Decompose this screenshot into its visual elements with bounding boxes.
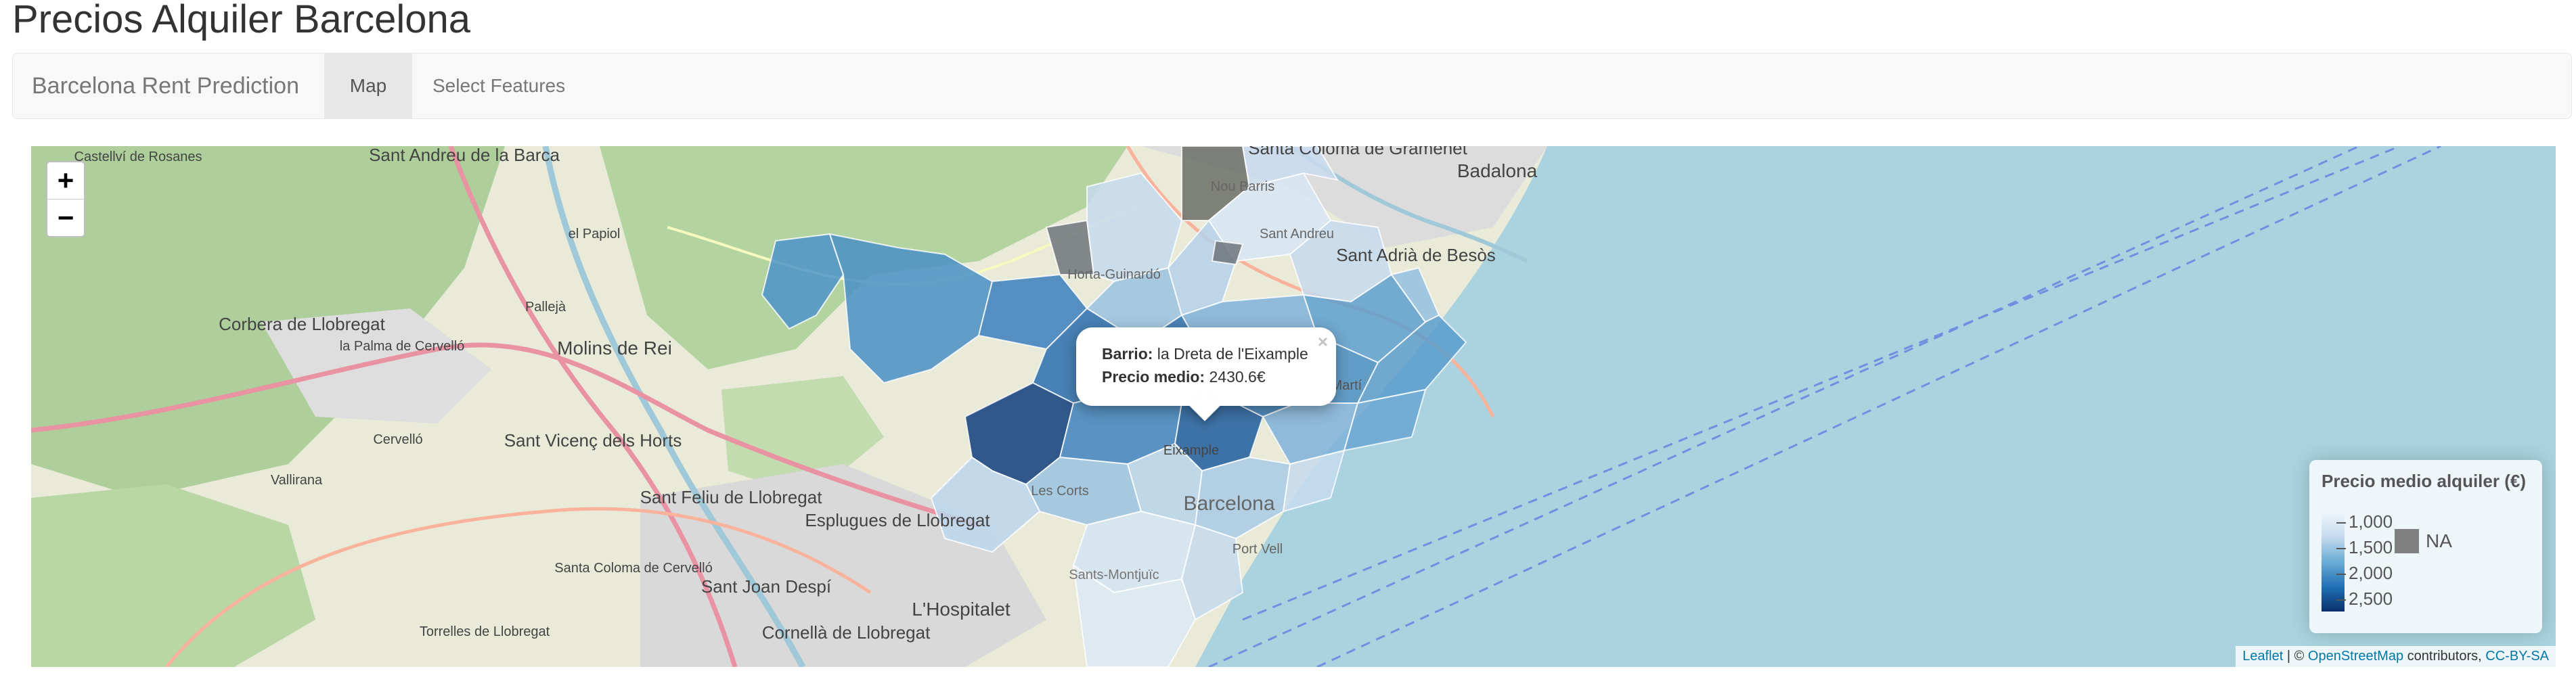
tab-select-features[interactable]: Select Features	[412, 53, 585, 118]
legend-label: 1,000	[2349, 511, 2393, 532]
place-label: Sant Vicenç dels Horts	[504, 430, 682, 451]
place-label: Cervelló	[373, 432, 422, 447]
place-label: Molins de Rei	[557, 338, 672, 359]
place-label: Torrelles de Llobregat	[420, 624, 550, 639]
osm-link[interactable]: OpenStreetMap	[2308, 649, 2403, 664]
place-label: Les Corts	[1031, 484, 1089, 499]
popup-close-button[interactable]: ×	[1318, 331, 1328, 352]
place-label: Nou Barris	[1211, 179, 1274, 194]
place-label: Corbera de Llobregat	[219, 314, 385, 334]
place-label: Sant Joan Despí	[701, 576, 832, 597]
tab-map[interactable]: Map	[324, 53, 412, 118]
popup-barrio-label: Barrio:	[1102, 345, 1153, 363]
place-label: L'Hospitalet	[912, 599, 1011, 620]
popup-barrio-value: la Dreta de l'Eixample	[1157, 345, 1308, 363]
place-label: Sant Andreu	[1260, 227, 1334, 241]
place-label: el Papiol	[569, 227, 621, 241]
legend-na-swatch	[2395, 529, 2419, 553]
place-label: Barcelona	[1183, 492, 1274, 515]
popup-price-label: Precio medio:	[1102, 368, 1205, 386]
popup-row-price: Precio medio: 2430.6€	[1102, 365, 1310, 388]
attribution-separator: | ©	[2283, 649, 2308, 664]
place-label: Sant Adrià de Besòs	[1336, 245, 1496, 265]
place-label: Cornellà de Llobregat	[762, 622, 931, 643]
license-link[interactable]: CC-BY-SA	[2485, 649, 2549, 664]
place-label: Esplugues de Llobregat	[805, 510, 990, 530]
legend-label: 2,000	[2349, 563, 2393, 583]
legend-tick	[2336, 522, 2346, 524]
map-container[interactable]: Castellví de Rosanes Sant Andreu de la B…	[31, 146, 2556, 667]
popup-row-barrio: Barrio: la Dreta de l'Eixample	[1102, 342, 1310, 365]
page-title: Precios Alquiler Barcelona	[12, 0, 471, 41]
place-label: Santa Coloma de Cervelló	[554, 561, 712, 576]
place-label: la Palma de Cervelló	[340, 339, 465, 354]
legend-tick	[2336, 548, 2346, 549]
map-popup: × Barrio: la Dreta de l'Eixample Precio …	[1076, 327, 1336, 421]
place-label: Port Vell	[1233, 542, 1283, 557]
navbar: Barcelona Rent Prediction Map Select Fea…	[12, 53, 2572, 119]
place-label: Horta-Guinardó	[1067, 267, 1161, 282]
legend-color-ramp	[2322, 511, 2345, 612]
zoom-control: + −	[46, 161, 85, 237]
zoom-in-button[interactable]: +	[47, 162, 84, 199]
place-label: Santa Coloma de Gramenet	[1248, 146, 1468, 158]
place-label: Vallirana	[271, 473, 323, 488]
navbar-brand[interactable]: Barcelona Rent Prediction	[32, 53, 299, 118]
place-label: Castellví de Rosanes	[74, 149, 202, 164]
legend-title: Precio medio alquiler (€)	[2322, 471, 2526, 491]
map-legend: Precio medio alquiler (€) 1,000 1,500 2,…	[2309, 460, 2542, 633]
zoom-out-button[interactable]: −	[47, 199, 84, 236]
place-label: Badalona	[1457, 160, 1538, 181]
place-label: Sant Andreu de la Barca	[369, 146, 560, 165]
legend-tick	[2336, 599, 2346, 601]
place-label: Sants-Montjuïc	[1069, 568, 1159, 582]
legend-label: 1,500	[2349, 537, 2393, 557]
place-label: Eixample	[1163, 443, 1219, 458]
legend-tick	[2336, 574, 2346, 575]
attribution-contributors: contributors,	[2403, 649, 2486, 664]
place-label: Pallejà	[525, 300, 567, 315]
legend-label: 2,500	[2349, 589, 2393, 609]
leaflet-link[interactable]: Leaflet	[2242, 649, 2283, 664]
popup-price-value: 2430.6€	[1209, 368, 1266, 386]
map-base-layer: Castellví de Rosanes Sant Andreu de la B…	[31, 146, 2441, 667]
place-label: Sant Feliu de Llobregat	[640, 487, 823, 507]
legend-na-label: NA	[2426, 530, 2452, 551]
map-attribution: Leaflet | © OpenStreetMap contributors, …	[2236, 646, 2556, 667]
